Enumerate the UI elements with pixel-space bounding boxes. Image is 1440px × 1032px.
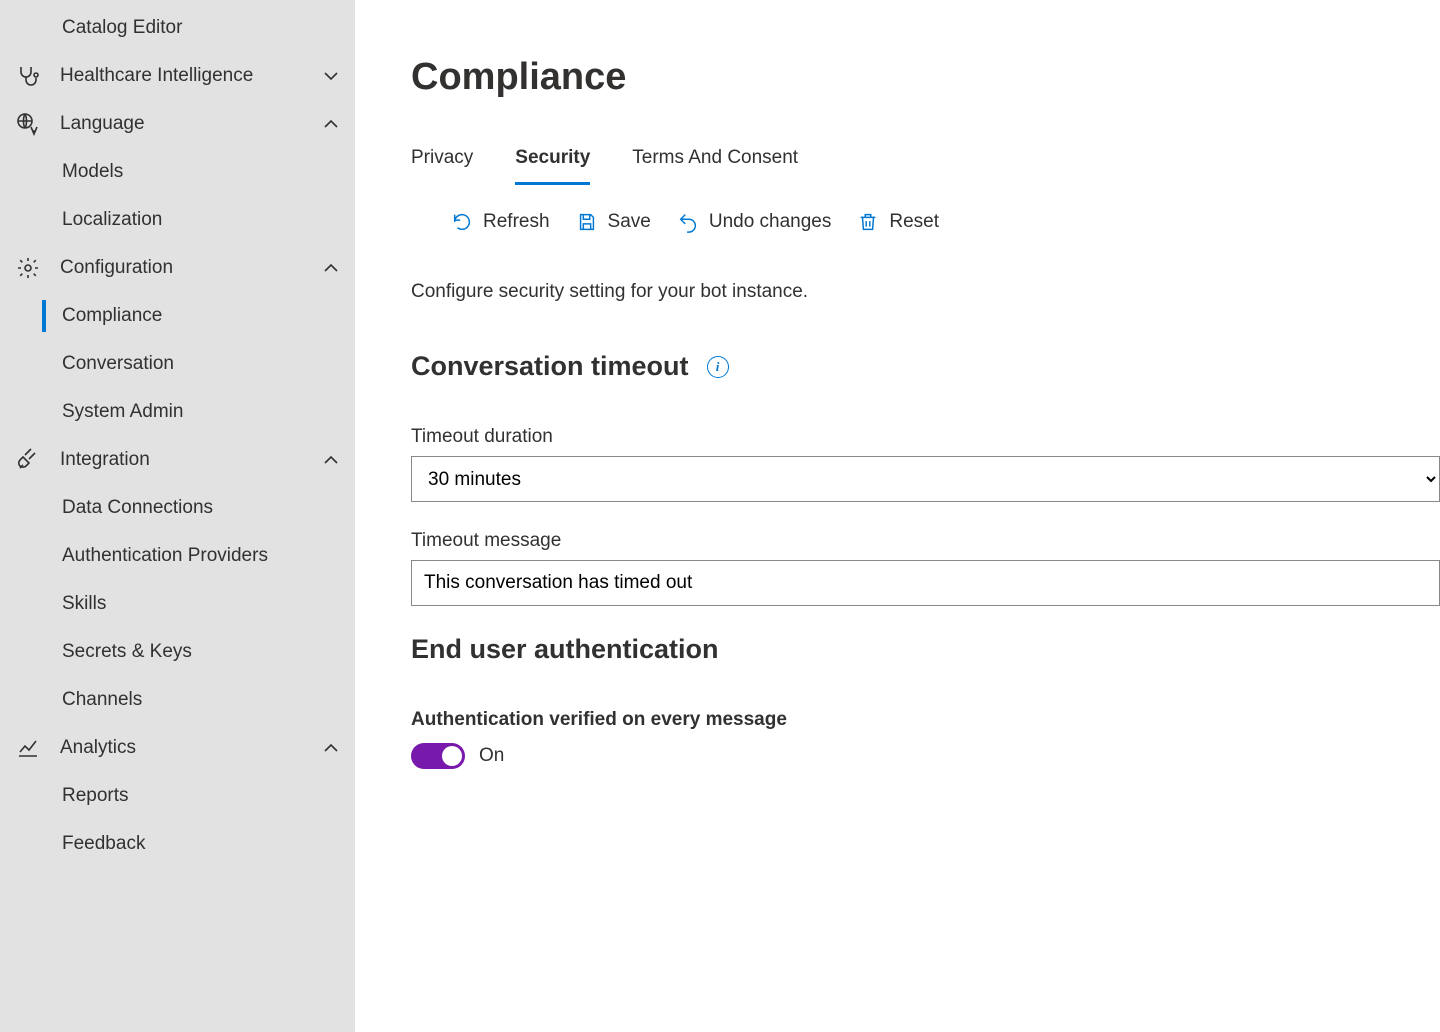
field-timeout-message: Timeout message <box>411 530 1440 606</box>
sidebar-item-reports[interactable]: Reports <box>0 772 355 820</box>
command-label: Reset <box>889 211 939 233</box>
sidebar-item-label: Compliance <box>62 305 162 327</box>
sidebar-item-models[interactable]: Models <box>0 148 355 196</box>
sidebar-item-feedback[interactable]: Feedback <box>0 820 355 868</box>
tab-security[interactable]: Security <box>515 147 590 183</box>
sidebar: Catalog Editor Healthcare Intelligence L… <box>0 0 355 1032</box>
chevron-down-icon <box>319 64 343 88</box>
sidebar-item-label: Secrets & Keys <box>62 641 192 663</box>
tab-privacy[interactable]: Privacy <box>411 147 473 183</box>
section-heading-end-user-authentication: End user authentication <box>411 634 1440 665</box>
sidebar-item-skills[interactable]: Skills <box>0 580 355 628</box>
command-label: Refresh <box>483 211 550 233</box>
chevron-up-icon <box>319 256 343 280</box>
tabs: Privacy Security Terms And Consent <box>411 147 1440 183</box>
sidebar-group-healthcare-intelligence[interactable]: Healthcare Intelligence <box>0 52 355 100</box>
info-icon[interactable]: i <box>707 356 729 378</box>
save-button[interactable]: Save <box>576 211 651 233</box>
page-description: Configure security setting for your bot … <box>411 281 1440 303</box>
sidebar-item-label: Data Connections <box>62 497 213 519</box>
sidebar-item-label: Configuration <box>60 257 319 279</box>
trash-icon <box>857 211 879 233</box>
section-heading-conversation-timeout: Conversation timeout i <box>411 351 1440 382</box>
command-label: Save <box>608 211 651 233</box>
sidebar-item-label: Catalog Editor <box>62 17 182 39</box>
sidebar-group-configuration[interactable]: Configuration <box>0 244 355 292</box>
sidebar-item-system-admin[interactable]: System Admin <box>0 388 355 436</box>
chevron-up-icon <box>319 736 343 760</box>
reset-button[interactable]: Reset <box>857 211 939 233</box>
timeout-duration-select[interactable]: 30 minutes <box>411 456 1440 502</box>
chevron-up-icon <box>319 112 343 136</box>
tab-terms-and-consent[interactable]: Terms And Consent <box>632 147 798 183</box>
field-timeout-duration: Timeout duration 30 minutes <box>411 426 1440 502</box>
undo-button[interactable]: Undo changes <box>677 211 832 233</box>
sidebar-item-label: Channels <box>62 689 142 711</box>
sidebar-item-data-connections[interactable]: Data Connections <box>0 484 355 532</box>
sidebar-item-label: System Admin <box>62 401 183 423</box>
sidebar-item-authentication-providers[interactable]: Authentication Providers <box>0 532 355 580</box>
toggle-auth-every-message-row: On <box>411 743 1440 769</box>
sidebar-item-label: Integration <box>60 449 319 471</box>
refresh-button[interactable]: Refresh <box>451 211 550 233</box>
sidebar-item-label: Analytics <box>60 737 319 759</box>
sidebar-item-localization[interactable]: Localization <box>0 196 355 244</box>
sidebar-item-catalog-editor[interactable]: Catalog Editor <box>0 4 355 52</box>
main-content: Compliance Privacy Security Terms And Co… <box>355 0 1440 1032</box>
undo-icon <box>677 211 699 233</box>
sidebar-item-label: Healthcare Intelligence <box>60 65 319 87</box>
sidebar-item-label: Authentication Providers <box>62 545 268 567</box>
stethoscope-icon <box>16 64 40 88</box>
field-label: Timeout duration <box>411 426 1440 448</box>
sidebar-group-analytics[interactable]: Analytics <box>0 724 355 772</box>
plug-icon <box>16 448 40 472</box>
chart-icon <box>16 736 40 760</box>
sidebar-item-label: Conversation <box>62 353 174 375</box>
sidebar-item-label: Feedback <box>62 833 145 855</box>
command-label: Undo changes <box>709 211 832 233</box>
timeout-message-input[interactable] <box>411 560 1440 606</box>
sidebar-item-channels[interactable]: Channels <box>0 676 355 724</box>
toggle-label-auth-every-message: Authentication verified on every message <box>411 709 1440 731</box>
sidebar-group-integration[interactable]: Integration <box>0 436 355 484</box>
gear-icon <box>16 256 40 280</box>
sidebar-item-secrets-keys[interactable]: Secrets & Keys <box>0 628 355 676</box>
sidebar-item-label: Skills <box>62 593 106 615</box>
sidebar-item-conversation[interactable]: Conversation <box>0 340 355 388</box>
sidebar-item-label: Models <box>62 161 123 183</box>
sidebar-item-label: Localization <box>62 209 162 231</box>
command-bar: Refresh Save Undo changes Reset <box>411 211 1440 233</box>
sidebar-item-label: Language <box>60 113 319 135</box>
toggle-auth-every-message[interactable] <box>411 743 465 769</box>
sidebar-item-label: Reports <box>62 785 129 807</box>
toggle-knob <box>442 746 462 766</box>
field-label: Timeout message <box>411 530 1440 552</box>
toggle-state-label: On <box>479 745 504 767</box>
sidebar-group-language[interactable]: Language <box>0 100 355 148</box>
chevron-up-icon <box>319 448 343 472</box>
refresh-icon <box>451 211 473 233</box>
globe-language-icon <box>16 112 40 136</box>
page-title: Compliance <box>411 56 1440 99</box>
save-icon <box>576 211 598 233</box>
sidebar-item-compliance[interactable]: Compliance <box>0 292 355 340</box>
